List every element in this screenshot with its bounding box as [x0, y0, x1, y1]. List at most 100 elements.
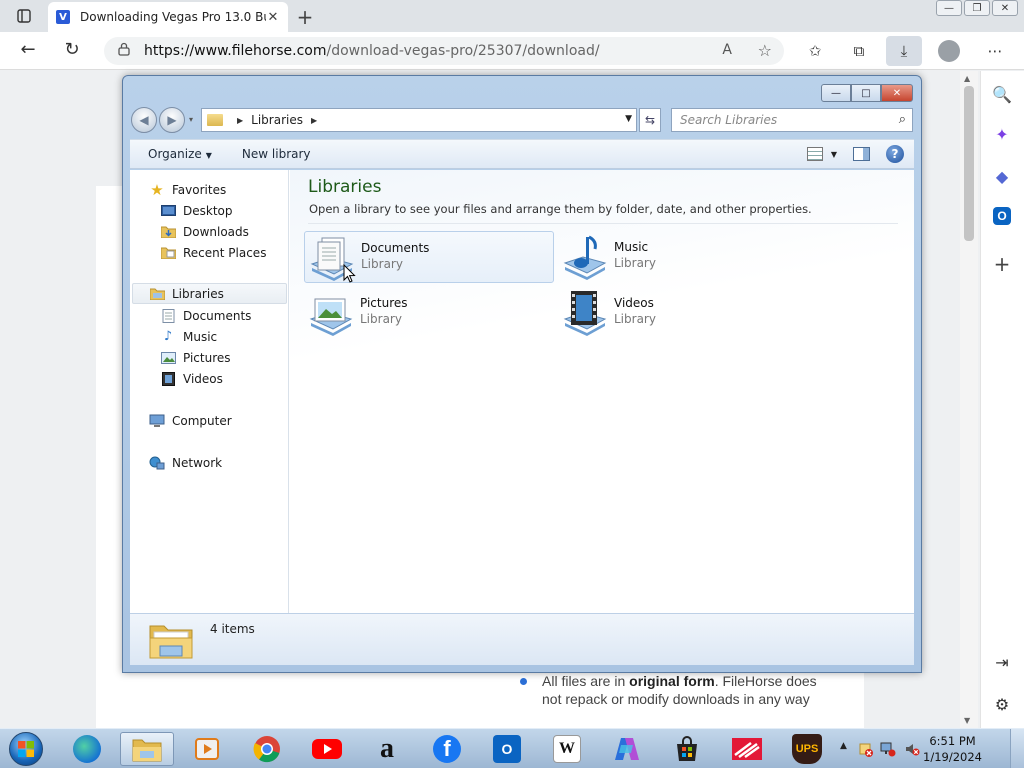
address-dropdown-icon[interactable]: ▼	[625, 114, 632, 124]
action-center-icon[interactable]	[858, 741, 874, 760]
page-title: Libraries	[308, 177, 382, 197]
explorer-maximize-button[interactable]: □	[851, 84, 881, 102]
nav-libraries[interactable]: Libraries	[132, 283, 287, 304]
edge-sidebar: 🔍 ✦ ◆ O + ⇥ ⚙	[980, 71, 1024, 728]
refresh-button[interactable]: ↻	[60, 39, 84, 60]
restore-button[interactable]: ❐	[964, 0, 990, 16]
library-videos[interactable]: Videos Library	[558, 287, 808, 339]
explorer-close-button[interactable]: ✕	[881, 84, 913, 102]
organize-label: Organize	[148, 147, 202, 161]
explorer-forward-button[interactable]: ▶	[159, 107, 185, 133]
taskbar-bank-of-america[interactable]	[720, 732, 774, 766]
clock[interactable]: 6:51 PM 1/19/2024	[923, 733, 982, 765]
close-button[interactable]: ✕	[992, 0, 1018, 16]
explorer-refresh-button[interactable]: ⇆	[639, 108, 661, 132]
tray-overflow-icon[interactable]: ▲	[840, 741, 847, 751]
help-icon[interactable]: ?	[886, 145, 904, 163]
taskbar-amazon[interactable]: a	[360, 732, 414, 766]
collections-icon[interactable]: ⧉	[848, 40, 870, 62]
library-name: Videos	[614, 296, 654, 310]
library-pictures[interactable]: Pictures Library	[304, 287, 554, 339]
taskbar-file-explorer[interactable]	[120, 732, 174, 766]
address-breadcrumb[interactable]: ▶ Libraries ▶ ▼	[201, 108, 637, 132]
taskbar-facebook[interactable]: f	[420, 732, 474, 766]
explorer-back-button[interactable]: ◀	[131, 107, 157, 133]
nav-videos-label: Videos	[183, 371, 223, 386]
search-libraries-input[interactable]: Search Libraries ⌕	[671, 108, 913, 132]
minimize-button[interactable]: —	[936, 0, 962, 16]
sidebar-games-icon[interactable]: ◆	[991, 165, 1013, 187]
tab-actions-icon[interactable]	[10, 6, 38, 26]
sidebar-settings-icon[interactable]: ⚙	[991, 693, 1013, 715]
breadcrumb-libraries[interactable]: Libraries	[251, 113, 303, 127]
scroll-up-icon[interactable]: ▲	[964, 74, 970, 83]
tab-favicon-icon: V	[56, 10, 70, 24]
address-bar[interactable]: https://www.filehorse.com/download-vegas…	[104, 37, 784, 65]
search-placeholder: Search Libraries	[680, 113, 778, 127]
preview-pane-icon[interactable]	[853, 147, 870, 161]
downloads-button[interactable]: ⤓	[886, 36, 922, 66]
nav-videos[interactable]: Videos	[160, 368, 223, 389]
recent-pages-button[interactable]: ▾	[189, 115, 193, 124]
volume-muted-icon[interactable]	[904, 741, 920, 760]
profile-button[interactable]	[938, 40, 960, 62]
organize-button[interactable]: Organize ▼	[148, 147, 212, 161]
new-library-button[interactable]: New library	[242, 147, 311, 161]
sidebar-outlook-icon[interactable]: O	[993, 207, 1011, 225]
page-scrollbar[interactable]: ▲ ▼	[960, 71, 978, 728]
nav-recent-places[interactable]: Recent Places	[160, 242, 266, 263]
taskbar-store[interactable]	[660, 732, 714, 766]
taskbar-copilot[interactable]	[600, 732, 654, 766]
explorer-navigation-row: ◀ ▶ ▾ ▶ Libraries ▶ ▼ ⇆ Search Libraries…	[131, 107, 915, 133]
library-documents[interactable]: Documents Library	[304, 231, 554, 283]
taskbar-edge[interactable]	[60, 732, 114, 766]
nav-pictures[interactable]: Pictures	[160, 347, 231, 368]
nav-desktop[interactable]: Desktop	[160, 200, 233, 221]
favorites-icon[interactable]: ✩	[804, 40, 826, 62]
sidebar-search-icon[interactable]: 🔍	[991, 83, 1013, 105]
nav-music[interactable]: ♪ Music	[160, 326, 217, 347]
library-music[interactable]: Music Library	[558, 231, 808, 283]
taskbar-ups[interactable]: UPS	[780, 732, 834, 766]
organize-chevron-icon: ▼	[205, 151, 212, 160]
nav-documents[interactable]: Documents	[160, 305, 251, 326]
browser-tab[interactable]: V Downloading Vegas Pro 13.0 Bu ✕	[48, 2, 288, 32]
tab-close-button[interactable]: ✕	[266, 10, 280, 25]
new-tab-button[interactable]: +	[294, 5, 316, 29]
change-view-button[interactable]: ▼	[806, 147, 837, 161]
nav-network[interactable]: Network	[149, 452, 222, 473]
search-icon[interactable]: ⌕	[899, 112, 906, 127]
explorer-minimize-button[interactable]: —	[821, 84, 851, 102]
lock-icon[interactable]	[118, 42, 130, 60]
start-button[interactable]	[4, 731, 48, 767]
scroll-down-icon[interactable]: ▼	[964, 716, 970, 725]
add-favorite-icon[interactable]: ☆	[758, 41, 772, 60]
sidebar-copilot-icon[interactable]: ✦	[991, 123, 1013, 145]
taskbar-wikipedia[interactable]: W	[540, 732, 594, 766]
library-type: Library	[360, 312, 402, 326]
chrome-icon	[253, 736, 280, 763]
read-aloud-icon[interactable]: A	[722, 42, 732, 58]
computer-icon	[149, 414, 165, 428]
libraries-icon	[149, 287, 165, 301]
back-button[interactable]: ←	[16, 39, 40, 60]
videos-library-icon	[563, 291, 607, 336]
nav-computer[interactable]: Computer	[149, 410, 232, 431]
sidebar-add-icon[interactable]: +	[991, 252, 1013, 276]
taskbar-youtube[interactable]	[300, 732, 354, 766]
network-tray-icon[interactable]	[880, 741, 896, 760]
scrollbar-thumb[interactable]	[964, 86, 974, 241]
edge-icon	[73, 735, 101, 763]
settings-menu-button[interactable]: ⋯	[984, 40, 1006, 62]
nav-downloads[interactable]: Downloads	[160, 221, 249, 242]
music-library-icon	[563, 235, 607, 280]
nav-favorites[interactable]: ★ Favorites	[149, 179, 226, 200]
taskbar-outlook[interactable]: O	[480, 732, 534, 766]
taskbar-media-player[interactable]	[180, 732, 234, 766]
breadcrumb-arrow-icon[interactable]: ▶	[311, 116, 317, 125]
sidebar-split-icon[interactable]: ⇥	[991, 651, 1013, 673]
show-desktop-button[interactable]	[1010, 729, 1024, 768]
breadcrumb-arrow-icon[interactable]: ▶	[237, 116, 243, 125]
taskbar-chrome[interactable]	[240, 732, 294, 766]
recent-places-icon	[160, 246, 176, 260]
